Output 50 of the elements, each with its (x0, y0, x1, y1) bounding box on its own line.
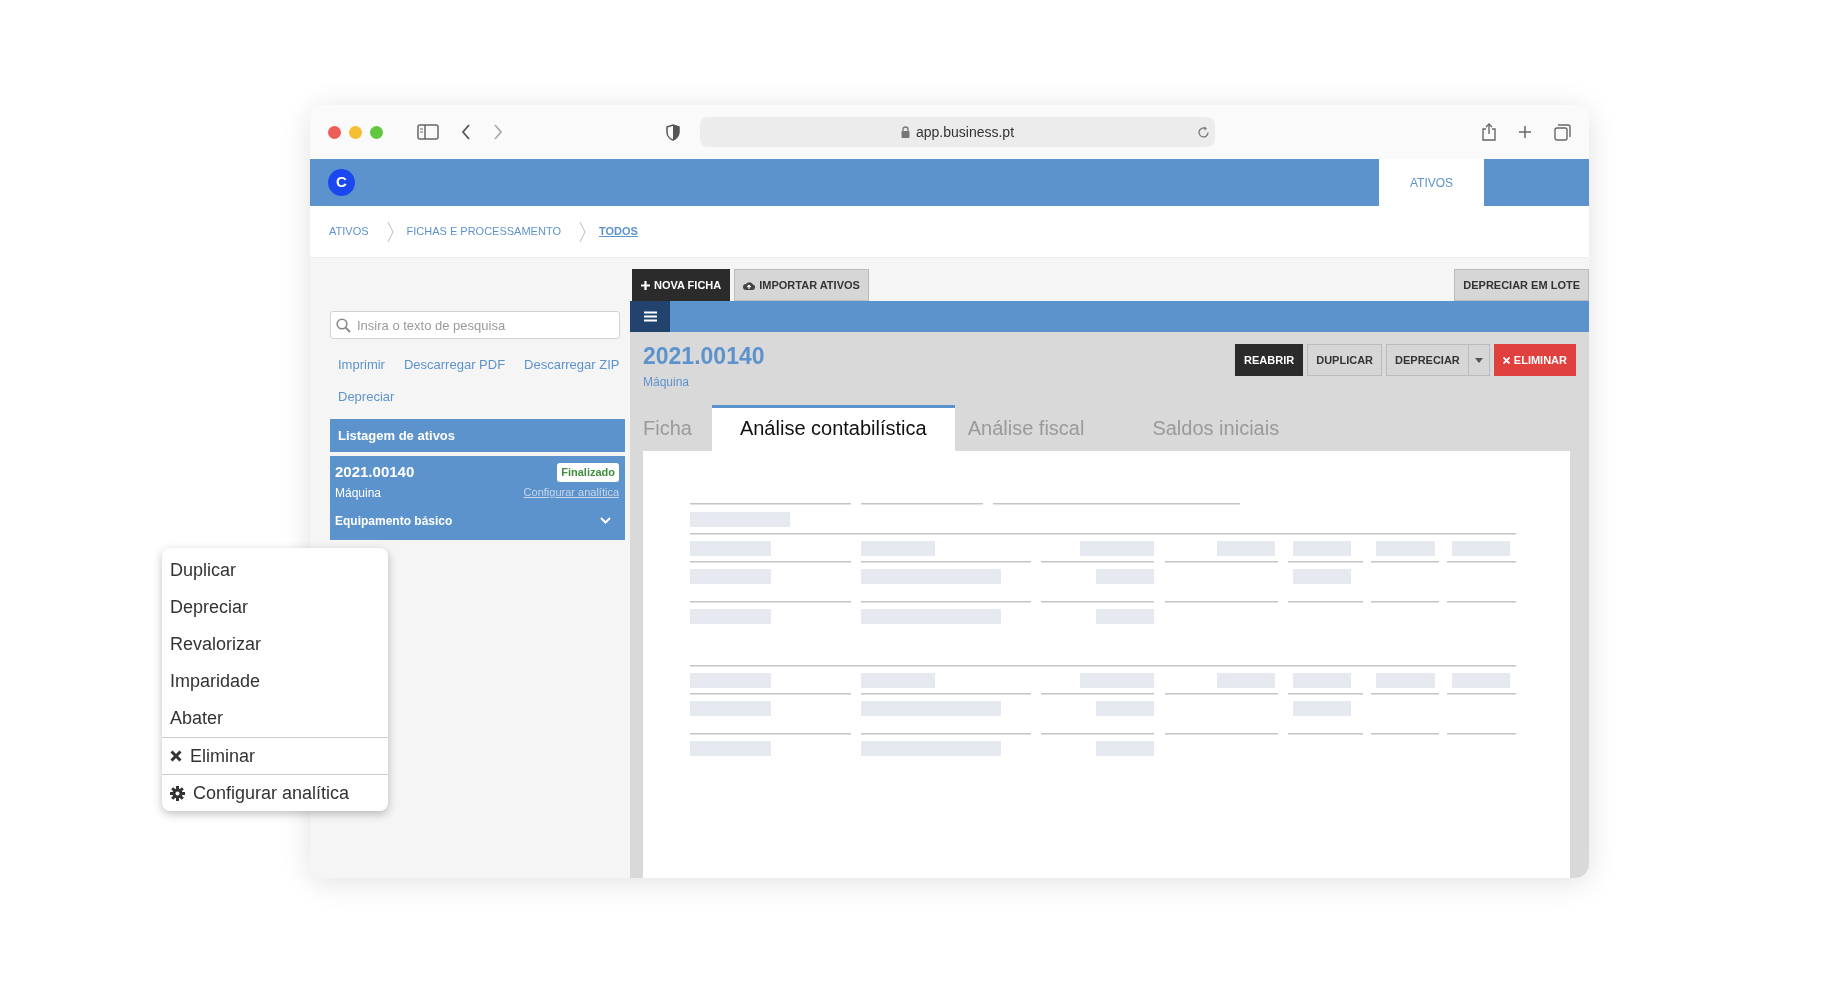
share-icon[interactable] (1482, 123, 1496, 141)
menu-icon (643, 311, 657, 322)
app-logo[interactable]: C (328, 169, 355, 196)
dropdown-toggle-button[interactable] (1468, 344, 1490, 376)
batch-depreciate-button[interactable]: DEPRECIAR EM LOTE (1454, 269, 1589, 301)
asset-list-item[interactable]: 2021.00140 Finalizado Máquina Configurar analítica Equipamento básico (330, 456, 625, 540)
close-icon (1502, 356, 1510, 364)
new-record-button[interactable]: NOVA FICHA (632, 269, 731, 301)
menu-item[interactable]: Eliminar (162, 737, 388, 774)
import-button[interactable]: IMPORTAR ATIVOS (734, 269, 869, 301)
forward-icon[interactable] (493, 124, 503, 140)
asset-category: Equipamento básico (335, 512, 453, 530)
address-bar[interactable]: app.business.pt (700, 117, 1215, 147)
new-tab-icon[interactable] (1518, 125, 1532, 139)
window-control-button[interactable] (328, 125, 341, 139)
page-tab[interactable]: Análise contabilística (711, 405, 955, 451)
asset-type: Máquina (335, 484, 382, 502)
sidebar-icon[interactable] (417, 124, 439, 140)
menu-item[interactable]: Depreciar (162, 589, 388, 626)
lock-icon (900, 126, 910, 138)
cloud-upload-icon (743, 280, 756, 290)
list-header: Listagem de ativos (330, 419, 625, 452)
chevron-down-icon[interactable] (600, 517, 611, 524)
search-field[interactable]: Insira o texto de pesquisa (330, 311, 620, 339)
url-text: app.business.pt (915, 122, 1015, 142)
record-title: 2021.00140 (643, 344, 765, 370)
back-icon[interactable] (461, 124, 471, 140)
caret-icon (1474, 357, 1483, 363)
chevron-separator-icon (386, 220, 395, 243)
duplicate-button[interactable]: DUPLICAR (1307, 344, 1383, 376)
reopen-button[interactable]: REABRIR (1235, 344, 1304, 376)
reload-icon[interactable] (1197, 126, 1210, 139)
menu-item[interactable]: Abater (162, 700, 388, 737)
search-icon (336, 318, 351, 333)
menu-item[interactable]: Configurar analítica (162, 774, 388, 811)
plus-icon (641, 280, 650, 290)
close-icon (170, 750, 182, 762)
menu-item[interactable]: Imparidade (162, 663, 388, 700)
depreciate-button[interactable]: DEPRECIAR (1386, 344, 1469, 376)
tabs-overview-icon[interactable] (1554, 123, 1571, 141)
chevron-separator-icon (578, 220, 587, 243)
asset-code: 2021.00140 (335, 462, 415, 482)
menu-item[interactable]: Revalorizar (162, 626, 388, 663)
shield-icon[interactable] (666, 123, 680, 141)
status-badge: Finalizado (557, 463, 619, 482)
menu-button[interactable] (630, 301, 670, 332)
gear-icon (170, 785, 185, 801)
record-subtitle: Máquina (643, 374, 691, 392)
delete-button[interactable]: ELIMINAR (1493, 344, 1576, 376)
menu-item[interactable]: Duplicar (162, 552, 388, 589)
